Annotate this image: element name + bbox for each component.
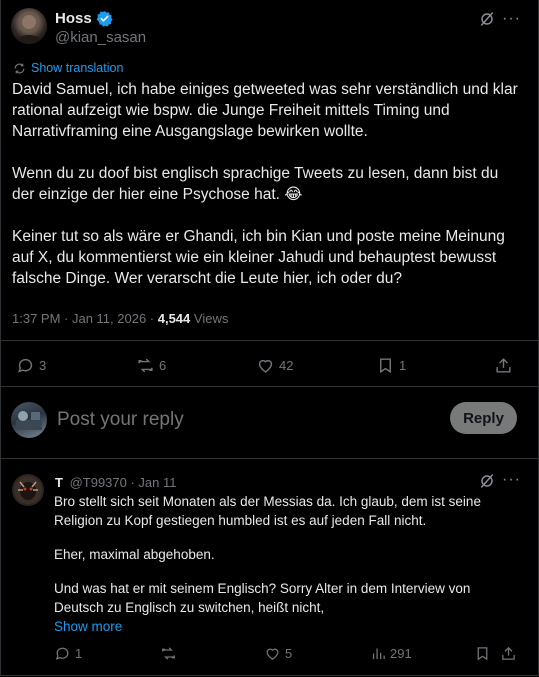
like-count: 5 bbox=[285, 646, 293, 661]
repost-action[interactable] bbox=[160, 645, 177, 662]
author-name[interactable]: Hoss bbox=[55, 10, 92, 27]
bookmark-action[interactable]: 1 bbox=[376, 356, 406, 375]
divider bbox=[0, 458, 539, 459]
like-action[interactable]: 42 bbox=[256, 356, 293, 375]
tweet-paragraph: David Samuel, ich habe einiges getweeted… bbox=[12, 81, 518, 140]
avatar-photo-icon bbox=[15, 15, 43, 44]
reply-count: 3 bbox=[39, 358, 47, 373]
reply-author-avatar[interactable] bbox=[12, 474, 44, 506]
reply-paragraph: Und was hat er mit seinem Englisch? Sorr… bbox=[54, 581, 471, 615]
grok-icon[interactable] bbox=[479, 11, 495, 32]
views-count: 291 bbox=[390, 646, 412, 661]
author-handle[interactable]: @kian_sasan bbox=[55, 29, 146, 46]
bookmark-action[interactable] bbox=[474, 645, 491, 662]
reply-handle-time[interactable]: @T99370 · Jan 11 bbox=[70, 475, 177, 490]
views-label: Views bbox=[190, 311, 229, 326]
share-icon bbox=[496, 358, 511, 373]
share-icon bbox=[502, 646, 515, 660]
bookmark-icon bbox=[380, 358, 391, 374]
repost-count: 6 bbox=[159, 358, 167, 373]
reply-count: 1 bbox=[75, 646, 83, 661]
share-action[interactable] bbox=[494, 356, 513, 375]
author-avatar[interactable] bbox=[11, 8, 47, 44]
tweet-timestamp[interactable]: 1:37 PM · Jan 11, 2026 · bbox=[12, 311, 158, 326]
translate-icon bbox=[13, 62, 26, 75]
heart-icon bbox=[266, 648, 279, 660]
reply-icon bbox=[18, 358, 33, 373]
show-more-link[interactable]: Show more bbox=[54, 617, 519, 636]
tweet-text: David Samuel, ich habe einiges getweeted… bbox=[12, 79, 522, 289]
reply-action[interactable]: 1 bbox=[54, 645, 82, 662]
reply-input[interactable] bbox=[55, 404, 439, 436]
heart-icon bbox=[258, 359, 273, 373]
repost-icon bbox=[162, 647, 175, 660]
repost-icon bbox=[138, 358, 153, 373]
avatar-photo-icon bbox=[16, 411, 42, 430]
reply-paragraph: Bro stellt sich seit Monaten als der Mes… bbox=[54, 494, 481, 528]
repost-action[interactable]: 6 bbox=[136, 356, 166, 375]
tweet-paragraph: Wenn du zu doof bist englisch sprachige … bbox=[12, 165, 499, 203]
reply-icon bbox=[55, 647, 69, 660]
divider bbox=[0, 386, 539, 387]
reply-paragraph: Eher, maximal abgehoben. bbox=[54, 547, 215, 562]
show-translation-link[interactable]: Show translation bbox=[31, 61, 123, 75]
reply-text: Bro stellt sich seit Monaten als der Mes… bbox=[54, 492, 519, 636]
bookmark-count: 1 bbox=[399, 358, 407, 373]
analytics-icon bbox=[372, 648, 385, 660]
divider bbox=[0, 340, 539, 341]
share-action[interactable] bbox=[500, 645, 517, 662]
more-options-icon[interactable]: ··· bbox=[502, 10, 521, 28]
user-avatar[interactable] bbox=[11, 402, 47, 438]
bookmark-icon bbox=[477, 647, 488, 661]
avatar-photo-icon bbox=[14, 476, 42, 504]
reply-button[interactable]: Reply bbox=[450, 402, 517, 434]
like-count: 42 bbox=[279, 358, 294, 373]
more-options-icon[interactable]: ··· bbox=[502, 471, 521, 489]
views-action[interactable]: 291 bbox=[370, 645, 412, 662]
reply-action[interactable]: 3 bbox=[16, 356, 46, 375]
tweet-paragraph: Keiner tut so als wäre er Ghandi, ich bi… bbox=[12, 228, 505, 287]
like-action[interactable]: 5 bbox=[264, 645, 292, 662]
views-count: 4,544 bbox=[157, 311, 191, 326]
reply-author-name[interactable]: T bbox=[55, 475, 63, 490]
verified-badge-icon bbox=[96, 10, 113, 27]
grok-icon[interactable] bbox=[479, 473, 495, 494]
